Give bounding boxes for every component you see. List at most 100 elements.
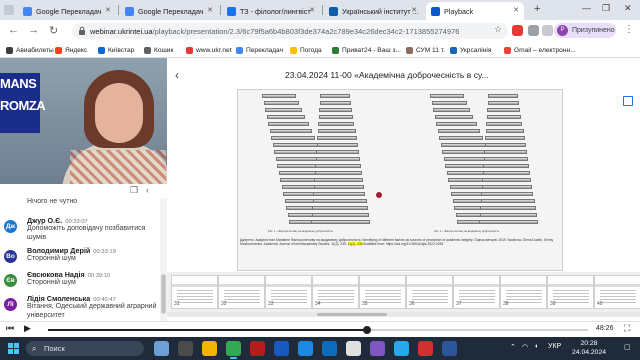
close-icon[interactable]: ✕ xyxy=(513,6,519,14)
back-arrow-icon[interactable]: ← xyxy=(8,24,19,36)
progress-bar[interactable] xyxy=(48,326,588,334)
thumbnails-scrollbar[interactable] xyxy=(167,312,640,317)
address-bar[interactable]: webinar.ukrintei.ua/playback/presentatio… xyxy=(72,23,508,39)
keyboard-language[interactable]: УКР xyxy=(548,343,561,350)
figure-step xyxy=(316,143,358,147)
slide-thumbnail[interactable]: 33 xyxy=(265,275,312,309)
close-icon[interactable]: ✕ xyxy=(207,6,213,14)
bookmark-label: Погода xyxy=(300,47,322,54)
word-icon[interactable] xyxy=(274,341,289,356)
file-explorer-icon[interactable] xyxy=(202,341,217,356)
mail-icon[interactable] xyxy=(298,341,313,356)
bookmark-gmail[interactable]: Gmail – електронн... xyxy=(504,45,576,56)
bookmark-ukrsalinia[interactable]: Укрсалінія xyxy=(450,45,491,56)
minimize-icon[interactable]: — xyxy=(582,3,591,13)
tab-google-translate-2[interactable]: Google Перекладач ✕ xyxy=(120,2,218,20)
pdf-icon[interactable] xyxy=(418,341,433,356)
slide-thumbnail[interactable]: 32 xyxy=(218,275,265,309)
more-vert-icon[interactable]: ⋮ xyxy=(624,24,634,35)
tab-playback[interactable]: Playback ✕ xyxy=(426,2,524,20)
bookmark-yandex[interactable]: Яндекс xyxy=(55,45,87,56)
skip-back-icon[interactable]: ⏮ xyxy=(6,323,14,334)
taskbar-clock[interactable]: 20:28 24.04.2024 xyxy=(572,339,606,357)
chrome-icon[interactable] xyxy=(226,341,241,359)
play-icon[interactable]: ▶ xyxy=(24,323,31,334)
network-icon[interactable]: ◠ xyxy=(522,343,528,351)
figure-step xyxy=(437,129,480,133)
webcam-video[interactable]: MANS ROMZA xyxy=(0,58,167,184)
forward-arrow-icon[interactable]: → xyxy=(28,24,39,36)
bookmark-pogoda[interactable]: Погода xyxy=(290,45,322,56)
thumbnail-content xyxy=(553,290,589,304)
bookmark-koshyk[interactable]: Кошик xyxy=(144,45,173,56)
store-icon[interactable] xyxy=(346,341,361,356)
close-icon[interactable]: ✕ xyxy=(309,6,315,14)
window-close-icon[interactable]: ✕ xyxy=(624,3,632,14)
new-tab-plus-icon[interactable]: + xyxy=(534,3,540,15)
slide-thumbnail[interactable]: 34 xyxy=(312,275,359,309)
tab-search-icon[interactable] xyxy=(4,5,14,15)
chevron-left-icon[interactable]: ‹ xyxy=(175,68,179,82)
figure-step xyxy=(482,178,532,182)
bookmark-privat24[interactable]: Приват24 - Ваш з... xyxy=(332,45,401,56)
slide-thumbnail[interactable]: 37 xyxy=(453,275,500,309)
telegram-icon[interactable] xyxy=(394,341,409,356)
scrollbar-thumb[interactable] xyxy=(161,274,166,314)
slide-thumbnail[interactable]: 35 xyxy=(359,275,406,309)
chevron-left-icon[interactable]: ‹ xyxy=(146,185,149,195)
viber-icon[interactable] xyxy=(370,341,385,356)
widgets-icon[interactable] xyxy=(154,341,169,356)
bookmark-aviabilety[interactable]: Авиабилеты xyxy=(6,45,54,56)
scrollbar-thumb[interactable] xyxy=(317,313,387,316)
figure-step xyxy=(484,143,526,147)
bookmark-perekladach[interactable]: Перекладач xyxy=(236,45,283,56)
zoom-icon[interactable] xyxy=(442,341,457,356)
sidebar-icon[interactable] xyxy=(542,25,553,36)
bookmark-kyivstar[interactable]: Київстар xyxy=(98,45,134,56)
bookmark-star-icon[interactable]: ☆ xyxy=(494,24,502,35)
extensions-puzzle-icon[interactable] xyxy=(528,25,539,36)
taskbar-search[interactable]: ⌕ Поиск xyxy=(26,341,144,356)
slide-thumbnail[interactable]: 36 xyxy=(406,275,453,309)
tray-overflow-icon[interactable]: ⌃ xyxy=(510,343,516,351)
slide-thumbnail[interactable]: 40 xyxy=(594,275,640,309)
apps-icon xyxy=(6,47,13,54)
windows-start-icon[interactable] xyxy=(8,343,19,354)
profile-status: Призупинено xyxy=(572,27,615,34)
close-icon[interactable]: ✕ xyxy=(411,6,417,14)
tab-google-translate-1[interactable]: Google Перекладач ✕ xyxy=(18,2,116,20)
progress-handle[interactable] xyxy=(362,326,371,334)
thumbnail-content xyxy=(506,290,542,304)
notifications-icon[interactable]: ▢ xyxy=(624,343,631,351)
bookmark-ukrnet[interactable]: www.ukr.net xyxy=(186,45,232,56)
edge-icon[interactable] xyxy=(322,341,337,356)
task-view-icon[interactable] xyxy=(178,341,193,356)
slide-text: Available from: https://doi.org/10.36941… xyxy=(362,242,444,247)
slide-thumbnail[interactable]: 39 xyxy=(547,275,594,309)
chat-message: Нічого не чутно xyxy=(0,198,160,208)
close-icon[interactable]: ✕ xyxy=(105,6,111,14)
slide-thumbnail[interactable]: 38 xyxy=(500,275,547,309)
figure-step xyxy=(274,150,322,154)
tab-tz-document[interactable]: ТЗ - філолог/лингвіст ✕ xyxy=(222,2,320,20)
copy-icon[interactable]: ❐ xyxy=(130,185,138,196)
bookmark-sum[interactable]: СУМ 11 т. xyxy=(406,45,445,56)
fullscreen-icon[interactable] xyxy=(623,96,633,106)
extension-icon[interactable] xyxy=(512,25,523,36)
fullscreen-icon[interactable]: ⛶ xyxy=(624,323,630,334)
figure-step xyxy=(486,122,523,126)
chat-scrollbar[interactable] xyxy=(160,198,167,329)
tab-ukrainian-institute[interactable]: Український інститут ... ✕ xyxy=(324,2,422,20)
translate-icon xyxy=(236,47,243,54)
screen: Google Перекладач ✕ Google Перекладач ✕ … xyxy=(0,0,640,360)
app-icon[interactable] xyxy=(250,341,265,356)
bookmark-label: Укрсалінія xyxy=(460,47,492,54)
lock-icon xyxy=(79,26,85,35)
slide-thumbnail[interactable]: 31 xyxy=(171,275,218,309)
profile-button[interactable]: Р Призупинено xyxy=(554,23,616,38)
reload-icon[interactable]: ↻ xyxy=(49,24,58,37)
maximize-icon[interactable]: ❐ xyxy=(602,3,610,14)
thumbnail-header xyxy=(454,284,499,287)
institute-icon xyxy=(329,7,338,16)
volume-icon[interactable]: ◖ xyxy=(534,343,538,350)
